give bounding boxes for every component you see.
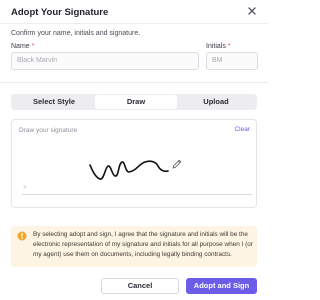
cancel-button[interactable]: Cancel [101, 278, 179, 294]
info-icon [17, 231, 27, 241]
legal-notice: By selecting adopt and sign, I agree tha… [11, 226, 257, 267]
initials-label: Initials * [206, 43, 231, 50]
tab-upload[interactable]: Upload [177, 95, 255, 109]
name-field[interactable]: Black Marvin [11, 52, 199, 70]
close-icon[interactable] [246, 5, 258, 17]
adopt-and-sign-button[interactable]: Adopt and Sign [186, 278, 257, 294]
signature-pad[interactable]: Draw your signature Clear × [11, 119, 257, 208]
dialog-header: Adopt Your Signature [0, 0, 268, 24]
dialog-title: Adopt Your Signature [11, 7, 109, 18]
legal-notice-text: By selecting adopt and sign, I agree tha… [33, 231, 253, 258]
tab-select-style[interactable]: Select Style [13, 95, 95, 109]
initials-field[interactable]: BM [206, 52, 258, 70]
pencil-icon [172, 159, 182, 169]
signature-baseline-mark: × [23, 184, 27, 191]
signature-drawing [89, 160, 169, 180]
signature-mode-tabs: Select Style Draw Upload [11, 94, 257, 110]
section-divider [0, 82, 268, 83]
name-label: Name * [11, 43, 35, 50]
tab-draw[interactable]: Draw [95, 95, 177, 109]
signature-baseline [22, 194, 252, 195]
dialog-subtitle: Confirm your name, initials and signatur… [11, 30, 141, 37]
